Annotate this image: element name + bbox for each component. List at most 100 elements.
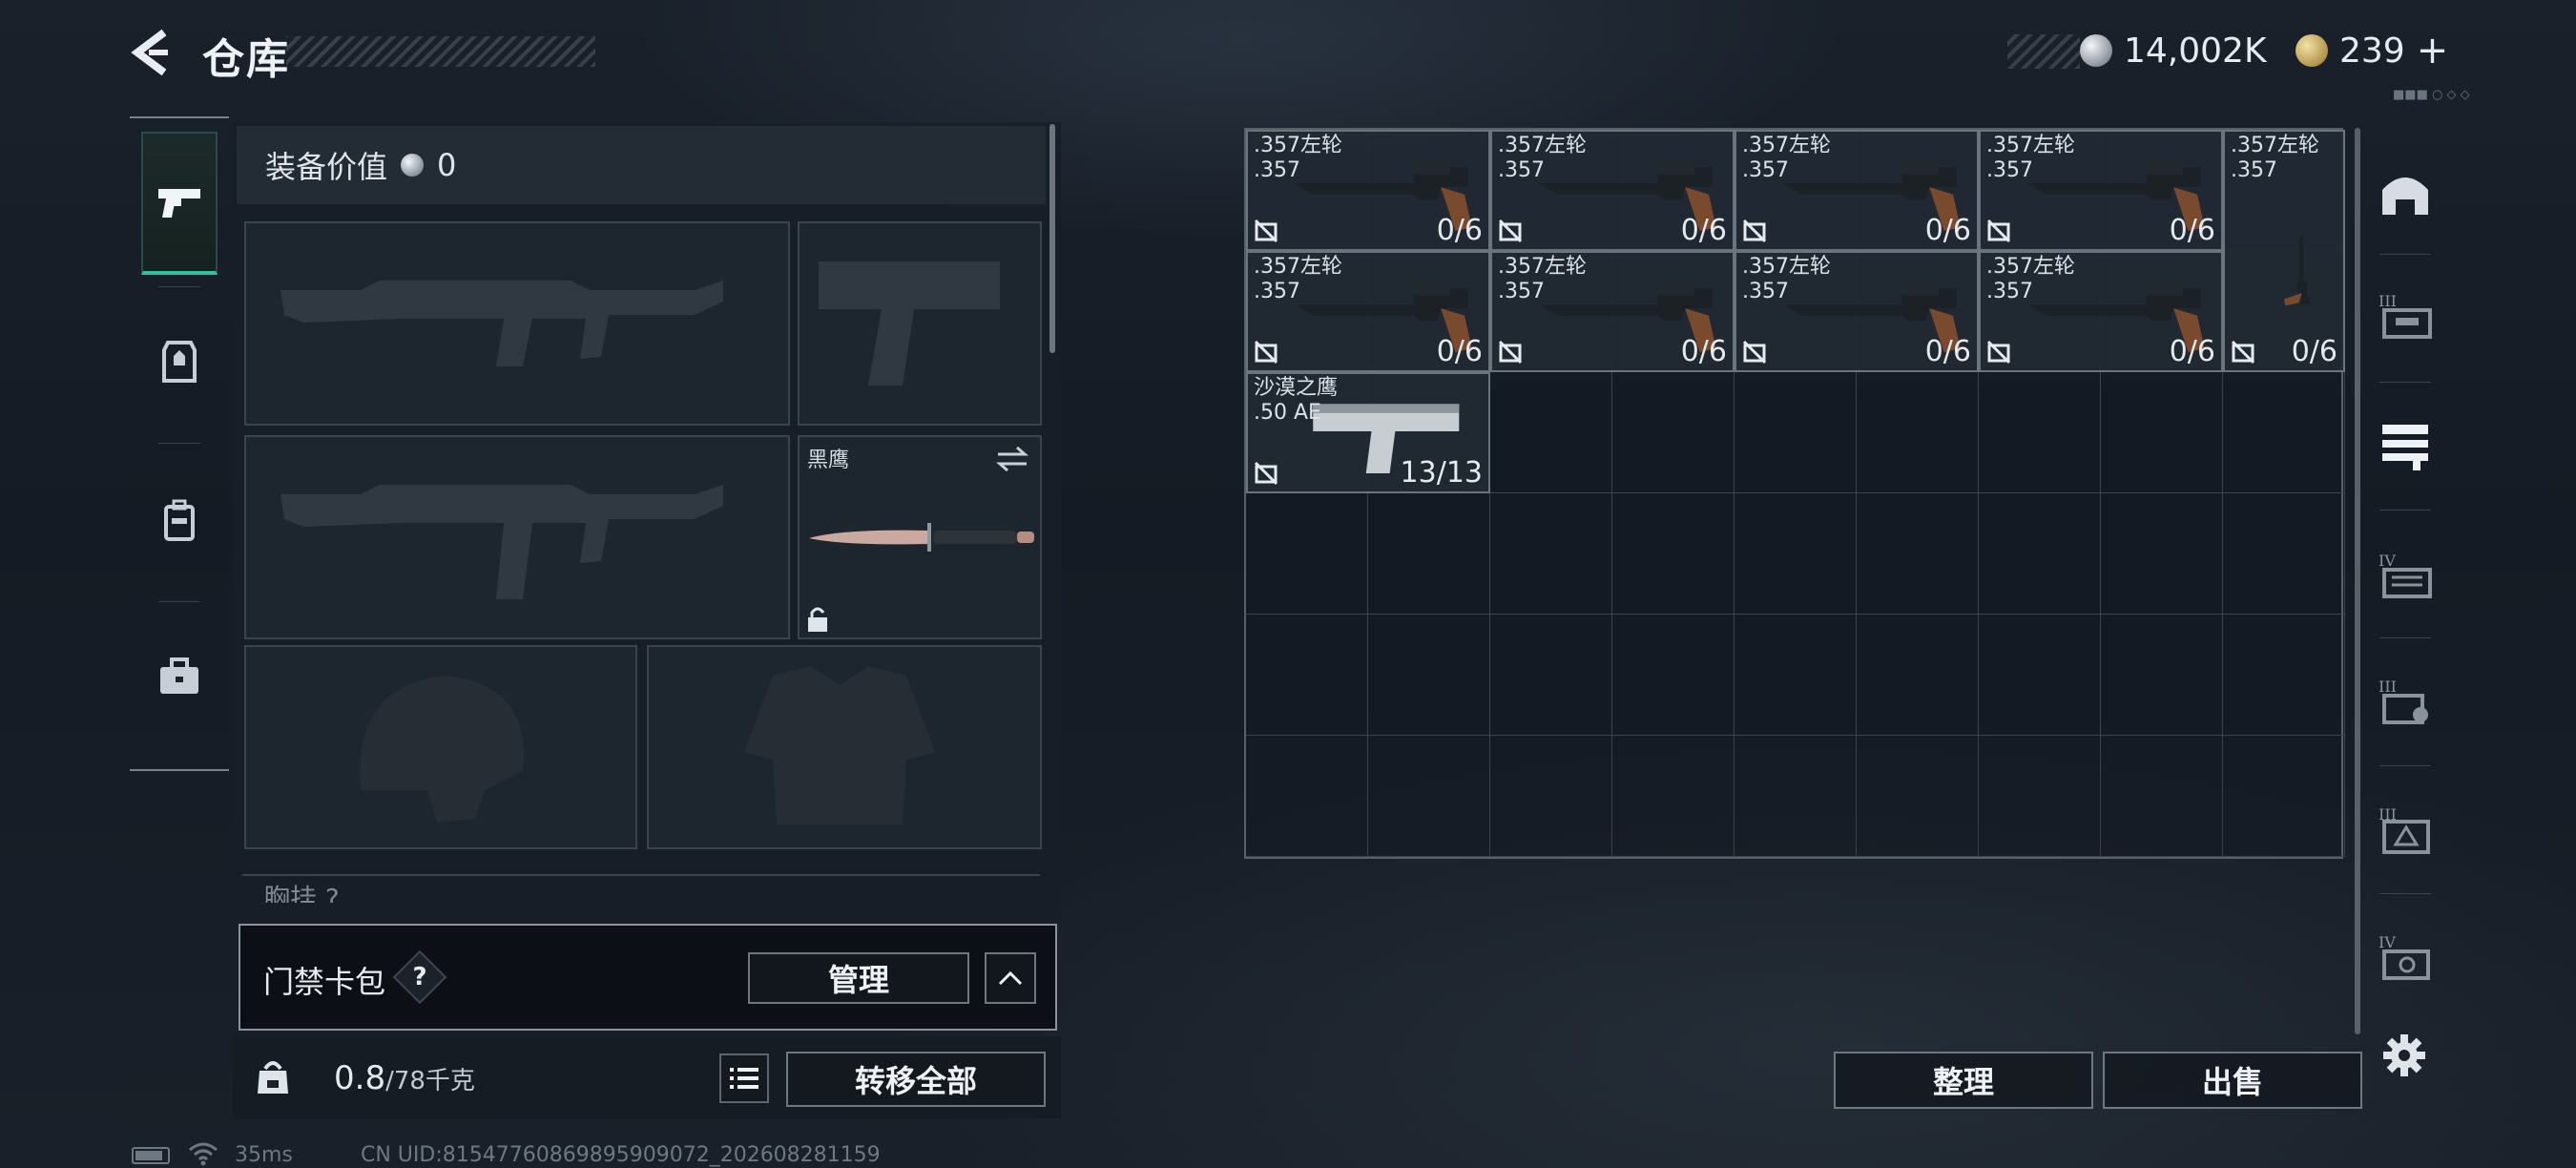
tab-backpack[interactable] (141, 448, 218, 592)
grid-cell[interactable] (2101, 372, 2223, 493)
no-insure-icon (1742, 219, 1767, 243)
sort-button[interactable]: 整理 (1834, 1052, 2093, 1109)
grid-cell[interactable] (1612, 736, 1735, 857)
grid-cell[interactable] (1735, 736, 1857, 857)
grid-cell[interactable] (1612, 615, 1735, 736)
helmet-silhouette-icon (360, 676, 524, 823)
transfer-all-button[interactable]: 转移全部 (786, 1052, 1046, 1107)
grid-cell[interactable] (1735, 372, 1857, 493)
grid-cell[interactable] (1368, 736, 1490, 857)
toolbox-icon (160, 657, 198, 694)
inventory-item[interactable]: .357左轮 .357 0/6 (2223, 130, 2345, 372)
keycard-label: 门禁卡包 (263, 964, 386, 1000)
grid-cell[interactable] (1857, 615, 1979, 736)
inventory-item[interactable]: .357左轮 .357 0/6 (1735, 130, 1979, 251)
grid-cell[interactable] (2101, 493, 2223, 615)
grid-cell[interactable] (1979, 615, 2101, 736)
battery-icon (132, 1147, 170, 1164)
inventory-item[interactable]: .357左轮 .357 0/6 (1490, 130, 1735, 251)
grid-cell[interactable] (1857, 493, 1979, 615)
inventory-item[interactable]: .357左轮 .357 0/6 (1979, 130, 2223, 251)
grid-cell[interactable] (1857, 736, 1979, 857)
list-view-button[interactable] (719, 1053, 769, 1103)
add-gold-button[interactable]: + (2417, 29, 2449, 73)
equipment-scrollbar[interactable] (1049, 124, 1055, 353)
grid-cell[interactable] (1490, 372, 1612, 493)
inventory-item[interactable]: .357左轮 .357 0/6 (1490, 251, 1735, 372)
secondary-weapon-slot[interactable] (244, 435, 790, 639)
grid-cell[interactable] (1368, 615, 1490, 736)
swap-icon[interactable] (994, 445, 1030, 473)
grid-cell[interactable] (1735, 615, 1857, 736)
grid-cell[interactable] (1490, 615, 1612, 736)
grid-cell[interactable] (1246, 736, 1368, 857)
inventory-item[interactable]: 沙漠之鹰 .50 AE 13/13 (1246, 372, 1490, 493)
melee-slot[interactable]: 黑鹰 (798, 435, 1042, 639)
tier-container-icon: IV (2379, 933, 2430, 980)
grid-cell[interactable] (1490, 736, 1612, 857)
category-tier-iv-1[interactable]: IV (2372, 542, 2439, 609)
inventory-item[interactable]: .357左轮 .357 0/6 (1246, 130, 1490, 251)
item-name: .357左轮 (1742, 134, 1831, 157)
sell-button[interactable]: 出售 (2103, 1052, 2362, 1109)
grid-cell[interactable] (2101, 615, 2223, 736)
back-arrow-icon[interactable] (126, 27, 177, 78)
svg-text:IV: IV (2379, 933, 2396, 951)
item-caliber: .357 (1254, 280, 1300, 303)
svg-text:III: III (2379, 292, 2397, 310)
item-name: .357左轮 (1986, 134, 2075, 157)
settings-button[interactable] (2379, 1031, 2429, 1080)
item-name: .357左轮 (1498, 134, 1587, 157)
no-insure-icon (1254, 219, 1278, 243)
category-weapons-selected[interactable] (2372, 412, 2439, 479)
grid-cell[interactable] (2101, 736, 2223, 857)
tab-supplies[interactable] (141, 605, 218, 748)
inventory-item[interactable]: .357左轮 .357 0/6 (1246, 251, 1490, 372)
sidearm-slot[interactable] (798, 221, 1042, 426)
grid-cell[interactable] (2223, 493, 2345, 615)
primary-weapon-slot[interactable] (244, 221, 790, 426)
grid-cell[interactable] (1612, 493, 1735, 615)
grid-cell[interactable] (2223, 615, 2345, 736)
collapse-button[interactable] (985, 952, 1036, 1004)
inventory-item[interactable]: .357左轮 .357 0/6 (1735, 251, 1979, 372)
weight-icon (250, 1050, 296, 1103)
grid-cell[interactable] (1857, 372, 1979, 493)
storage-scrollbar[interactable] (2355, 128, 2360, 1034)
inventory-item[interactable]: .357左轮 .357 0/6 (1979, 251, 2223, 372)
body-armor-slot[interactable] (647, 645, 1042, 849)
grid-cell[interactable] (1612, 372, 1735, 493)
item-caliber: .357 (1498, 280, 1545, 303)
grid-cell[interactable] (1979, 736, 2101, 857)
grid-cell[interactable] (2223, 736, 2345, 857)
keycard-help-button[interactable]: ? (392, 949, 447, 1005)
grid-cell[interactable] (1246, 615, 1368, 736)
helmet-slot[interactable] (244, 645, 637, 849)
item-ammo-count: 0/6 (1436, 335, 1483, 368)
gold-currency[interactable]: 239 + (2296, 29, 2448, 73)
pistol-silhouette-icon (819, 261, 1000, 386)
storage-dome-icon (2382, 177, 2428, 215)
category-tier-iii-3[interactable]: III (2372, 796, 2439, 863)
grid-cell[interactable] (1979, 372, 2101, 493)
tab-armor[interactable] (141, 290, 218, 433)
category-tier-iv-2[interactable]: IV (2372, 924, 2439, 991)
item-ammo-count: 0/6 (2169, 335, 2215, 368)
category-tier-iii-2[interactable]: III (2372, 668, 2439, 735)
manage-button[interactable]: 管理 (748, 952, 969, 1004)
category-tabs (130, 116, 229, 771)
grid-cell[interactable] (1490, 493, 1612, 615)
category-tier-iii-1[interactable]: III (2372, 282, 2439, 349)
storage-category-rail: III IV III III IV (2364, 128, 2446, 1034)
grid-cell[interactable] (1246, 493, 1368, 615)
weapon-rack-icon (2382, 425, 2428, 470)
currency-decoration (2007, 34, 2080, 69)
grid-cell[interactable] (1368, 493, 1490, 615)
tab-weapons[interactable] (141, 132, 218, 275)
grid-cell[interactable] (1979, 493, 2101, 615)
grid-cell[interactable] (2223, 372, 2345, 493)
item-ammo-count: 0/6 (1680, 214, 1727, 247)
pistol-icon (158, 189, 200, 218)
category-all[interactable] (2372, 158, 2439, 225)
grid-cell[interactable] (1735, 493, 1857, 615)
